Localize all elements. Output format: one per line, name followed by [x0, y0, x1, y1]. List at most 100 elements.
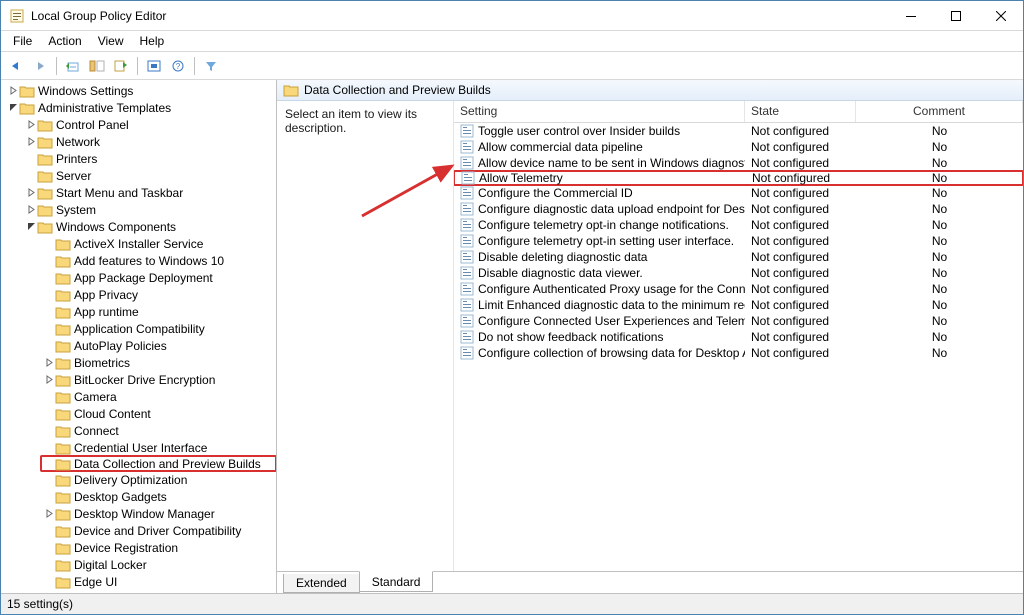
list-row[interactable]: Configure the Commercial ID Not configure…: [454, 185, 1023, 201]
tree-item[interactable]: Desktop Gadgets: [41, 488, 276, 505]
tree-item[interactable]: ActiveX Installer Service: [41, 235, 276, 252]
tree-item[interactable]: AutoPlay Policies: [41, 337, 276, 354]
folder-icon: [37, 203, 53, 217]
tree-item[interactable]: Device and Driver Compatibility: [41, 522, 276, 539]
list-row[interactable]: Allow commercial data pipelineNot config…: [454, 139, 1023, 155]
list-row[interactable]: Toggle user control over Insider buildsN…: [454, 123, 1023, 139]
policy-setting-icon: [461, 171, 475, 185]
tree-item[interactable]: Cloud Content: [41, 405, 276, 422]
up-button[interactable]: [62, 55, 84, 77]
expand-icon[interactable]: [25, 188, 37, 197]
tree-pane[interactable]: Windows SettingsAdministrative Templates…: [1, 80, 277, 593]
tree-label: Network: [56, 135, 100, 149]
help-button[interactable]: ?: [167, 55, 189, 77]
toolbar-separator: [56, 57, 57, 75]
list-row[interactable]: Configure Connected User Experiences and…: [454, 313, 1023, 329]
setting-comment: No: [856, 346, 1023, 360]
tree-item[interactable]: App Privacy: [41, 286, 276, 303]
show-hide-button[interactable]: [86, 55, 108, 77]
expand-icon[interactable]: [7, 86, 19, 95]
expand-icon[interactable]: [43, 358, 55, 367]
forward-button[interactable]: [29, 55, 51, 77]
list-row[interactable]: Do not show feedback notificationsNot co…: [454, 329, 1023, 345]
list-row[interactable]: Configure collection of browsing data fo…: [454, 345, 1023, 361]
back-button[interactable]: [5, 55, 27, 77]
collapse-icon[interactable]: [7, 103, 19, 112]
list-row[interactable]: Allow TelemetryNot configuredNo: [454, 170, 1023, 186]
menubar: File Action View Help: [1, 31, 1023, 52]
tree-item[interactable]: Event Forwarding: [41, 590, 276, 593]
tree-item[interactable]: Network: [23, 133, 276, 150]
tree-item[interactable]: Device Registration: [41, 539, 276, 556]
tree-item[interactable]: Application Compatibility: [41, 320, 276, 337]
tree-item[interactable]: System: [23, 201, 276, 218]
list-rows[interactable]: Toggle user control over Insider buildsN…: [454, 123, 1023, 571]
tree-label: Biometrics: [74, 356, 130, 370]
expand-icon[interactable]: [43, 375, 55, 384]
collapse-icon[interactable]: [25, 222, 37, 231]
list-row[interactable]: Configure telemetry opt-in change notifi…: [454, 217, 1023, 233]
tree-item[interactable]: Data Collection and Preview Builds: [40, 455, 277, 472]
menu-action[interactable]: Action: [40, 32, 89, 50]
tree-item[interactable]: Start Menu and Taskbar: [23, 184, 276, 201]
tree-item[interactable]: Server: [23, 167, 276, 184]
export-button[interactable]: [110, 55, 132, 77]
folder-icon: [55, 390, 71, 404]
folder-icon: [37, 152, 53, 166]
close-button[interactable]: [978, 1, 1023, 31]
column-comment[interactable]: Comment: [856, 101, 1023, 122]
filter-button[interactable]: [200, 55, 222, 77]
refresh-button[interactable]: [143, 55, 165, 77]
tree-item[interactable]: Administrative Templates: [5, 99, 276, 116]
tree-item[interactable]: Credential User Interface: [41, 439, 276, 456]
tab-extended[interactable]: Extended: [283, 574, 360, 593]
list-row[interactable]: Configure Authenticated Proxy usage for …: [454, 281, 1023, 297]
tree-item[interactable]: Windows Components: [23, 218, 276, 235]
setting-name: Allow commercial data pipeline: [478, 140, 643, 154]
tree-item[interactable]: Control Panel: [23, 116, 276, 133]
list-row[interactable]: Configure diagnostic data upload endpoin…: [454, 201, 1023, 217]
expand-icon[interactable]: [25, 137, 37, 146]
tree-label: Desktop Gadgets: [74, 490, 167, 504]
folder-icon: [55, 490, 71, 504]
menu-help[interactable]: Help: [132, 32, 173, 50]
menu-view[interactable]: View: [90, 32, 132, 50]
list-row[interactable]: Disable deleting diagnostic dataNot conf…: [454, 249, 1023, 265]
tree-item[interactable]: Edge UI: [41, 573, 276, 590]
tree-item[interactable]: Biometrics: [41, 354, 276, 371]
expand-icon[interactable]: [25, 120, 37, 129]
tree-item[interactable]: Add features to Windows 10: [41, 252, 276, 269]
setting-state: Not configured: [745, 186, 856, 200]
tab-standard[interactable]: Standard: [359, 571, 434, 592]
list-row[interactable]: Configure telemetry opt-in setting user …: [454, 233, 1023, 249]
tree-item[interactable]: BitLocker Drive Encryption: [41, 371, 276, 388]
column-state[interactable]: State: [745, 101, 856, 122]
tree-item[interactable]: Connect: [41, 422, 276, 439]
folder-icon: [55, 254, 71, 268]
tree-item[interactable]: App Package Deployment: [41, 269, 276, 286]
expand-icon[interactable]: [25, 205, 37, 214]
menu-file[interactable]: File: [5, 32, 40, 50]
list-row[interactable]: Disable diagnostic data viewer.Not confi…: [454, 265, 1023, 281]
tree-item[interactable]: Camera: [41, 388, 276, 405]
tree-item[interactable]: Digital Locker: [41, 556, 276, 573]
list-row[interactable]: Allow device name to be sent in Windows …: [454, 155, 1023, 171]
tree-item[interactable]: Windows Settings: [5, 82, 276, 99]
policy-setting-icon: [460, 314, 474, 328]
maximize-button[interactable]: [933, 1, 978, 31]
folder-icon: [55, 322, 71, 336]
expand-icon[interactable]: [43, 509, 55, 518]
detail-tabs: Extended Standard: [277, 571, 1023, 593]
tree-item[interactable]: Desktop Window Manager: [41, 505, 276, 522]
tree-item[interactable]: Printers: [23, 150, 276, 167]
list-row[interactable]: Limit Enhanced diagnostic data to the mi…: [454, 297, 1023, 313]
tree-label: Data Collection and Preview Builds: [74, 457, 261, 471]
tree-label: Device Registration: [74, 541, 178, 555]
tree-item[interactable]: App runtime: [41, 303, 276, 320]
policy-setting-icon: [460, 282, 474, 296]
minimize-button[interactable]: [888, 1, 933, 31]
tree-item[interactable]: Delivery Optimization: [41, 471, 276, 488]
setting-name: Configure the Commercial ID: [478, 186, 633, 200]
folder-icon: [55, 288, 71, 302]
column-setting[interactable]: Setting: [454, 101, 745, 122]
